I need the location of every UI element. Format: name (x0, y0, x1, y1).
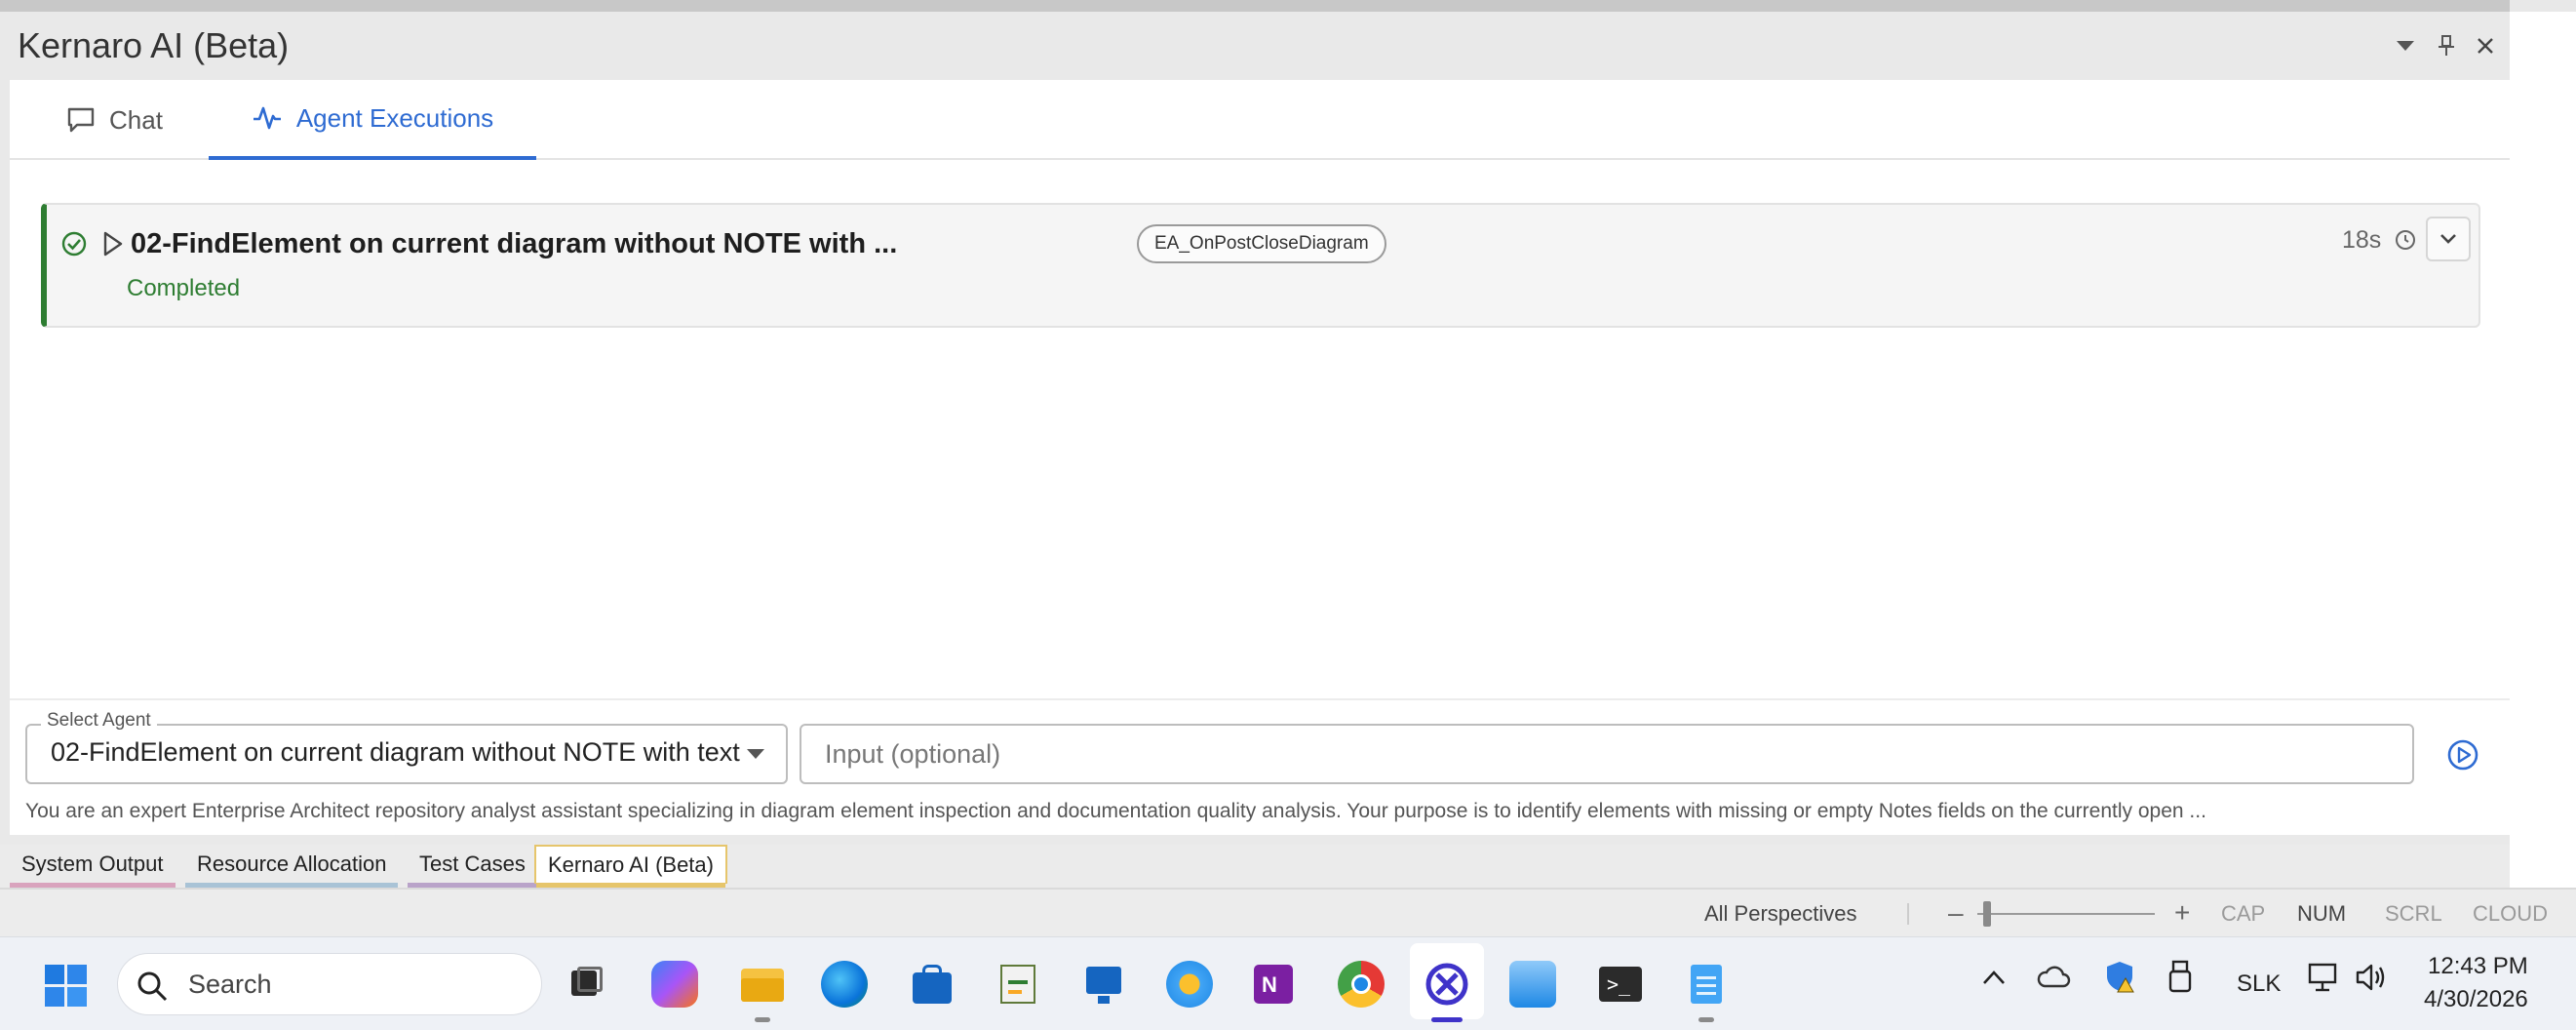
bottom-tab-label: System Output (21, 852, 164, 876)
keyboard-layout[interactable]: SLK (2237, 971, 2281, 998)
taskbar: Search N >_ SLK 12:43 PM 4/30/2026 (0, 936, 2576, 1030)
tab-chat[interactable]: Chat (66, 80, 163, 160)
close-button[interactable] (2469, 29, 2502, 62)
execution-trigger-tag: EA_OnPostCloseDiagram (1137, 224, 1386, 263)
agent-select-label: Select Agent (41, 710, 157, 732)
bottom-tab-resource-allocation[interactable]: Resource Allocation (185, 845, 399, 888)
execution-status: Completed (127, 275, 241, 301)
chat-bubble-icon (67, 107, 95, 133)
execution-duration-value: 18s (2342, 226, 2382, 254)
remote-desktop-icon[interactable] (1080, 961, 1127, 1008)
bottom-tab-label: Test Cases (419, 852, 526, 876)
tab-chat-label: Chat (109, 104, 163, 135)
zoom-in-button[interactable]: + (2174, 897, 2190, 929)
agent-select-value: 02-FindElement on current diagram withou… (51, 737, 740, 767)
bottom-tab-label: Resource Allocation (197, 852, 387, 876)
cap-indicator: CAP (2221, 901, 2266, 926)
edge-icon[interactable] (821, 961, 868, 1008)
running-indicator (755, 1017, 770, 1022)
execution-duration: 18s (2342, 226, 2417, 255)
bottom-tab-test-cases[interactable]: Test Cases (408, 845, 537, 888)
clock-date[interactable]: 4/30/2026 (2424, 986, 2528, 1013)
store-icon[interactable] (909, 961, 956, 1008)
execution-title: 02-FindElement on current diagram withou… (131, 228, 898, 259)
taskbar-search[interactable]: Search (117, 953, 542, 1015)
search-icon (137, 971, 168, 1002)
status-bar: All Perspectives – + CAP NUM SCRL CLOUD (0, 888, 2576, 936)
running-indicator (1698, 1017, 1714, 1022)
windows-start-icon[interactable] (45, 965, 88, 1008)
usb-device-icon[interactable] (2166, 959, 2194, 996)
tab-bar: Chat Agent Executions (10, 80, 2510, 160)
top-strip (0, 0, 2576, 12)
perspective-label[interactable]: All Perspectives (1704, 901, 1857, 927)
activity-pulse-icon (253, 106, 281, 130)
divider (1907, 903, 1909, 925)
success-check-icon (61, 231, 87, 257)
pin-button[interactable] (2430, 29, 2463, 62)
clock-icon (2396, 230, 2416, 250)
settings-app-icon[interactable] (1166, 961, 1213, 1008)
kernaro-app-icon[interactable] (1424, 961, 1470, 1008)
input-bar: Select Agent 02-FindElement on current d… (10, 698, 2510, 835)
play-circle-icon (2447, 739, 2478, 771)
agent-select[interactable]: Select Agent 02-FindElement on current d… (25, 710, 788, 784)
caret-down-icon (2397, 41, 2414, 51)
scrl-indicator: SCRL (2385, 901, 2442, 926)
copilot-icon[interactable] (651, 961, 698, 1008)
close-icon (2478, 38, 2493, 54)
run-button[interactable] (2443, 735, 2482, 774)
tab-agent-executions[interactable]: Agent Executions (209, 80, 536, 160)
file-explorer-icon[interactable] (739, 961, 786, 1008)
tab-agent-executions-label: Agent Executions (295, 102, 494, 133)
bottom-tab-bar: System Output Resource Allocation Test C… (0, 845, 2510, 888)
panel-content: Chat Agent Executions 02-FindElement on … (10, 80, 2510, 698)
bottom-tab-label: Kernaro AI (Beta) (548, 852, 714, 877)
chevron-up-icon[interactable] (1981, 969, 2007, 986)
zoom-out-button[interactable]: – (1948, 897, 1964, 929)
prompt-input[interactable] (800, 724, 2414, 784)
terminal-icon[interactable]: >_ (1597, 961, 1644, 1008)
notepad-icon[interactable] (1683, 961, 1730, 1008)
chevron-down-icon (2440, 234, 2456, 244)
bottom-tab-system-output[interactable]: System Output (10, 845, 176, 888)
chrome-icon[interactable] (1338, 961, 1385, 1008)
expand-triangle-icon[interactable] (101, 230, 125, 258)
system-prompt-preview: You are an expert Enterprise Architect r… (25, 800, 2206, 822)
network-icon[interactable] (2307, 961, 2340, 994)
photos-icon[interactable] (1509, 961, 1556, 1008)
security-warning-icon[interactable] (2104, 959, 2137, 994)
cloud-indicator: CLOUD (2473, 901, 2549, 926)
window-frame-bar (0, 0, 2510, 12)
onedrive-cloud-icon[interactable] (2036, 963, 2071, 992)
panel-dropdown-button[interactable] (2389, 29, 2422, 62)
panel-title: Kernaro AI (Beta) (18, 25, 290, 65)
num-indicator: NUM (2297, 901, 2347, 926)
pin-icon (2439, 35, 2454, 56)
project-icon[interactable] (995, 961, 1041, 1008)
kernaro-panel: Kernaro AI (Beta) Chat Agent Executions … (0, 12, 2510, 846)
volume-icon[interactable] (2354, 961, 2389, 994)
execution-expand-button[interactable] (2426, 217, 2471, 261)
active-indicator (1431, 1017, 1463, 1022)
onenote-icon[interactable]: N (1250, 961, 1297, 1008)
zoom-slider-thumb[interactable] (1983, 901, 1991, 927)
execution-card[interactable]: 02-FindElement on current diagram withou… (41, 203, 2480, 328)
task-view-icon[interactable] (564, 961, 610, 1008)
caret-down-icon (747, 749, 764, 759)
bottom-tab-kernaro-ai[interactable]: Kernaro AI (Beta) (534, 845, 727, 888)
zoom-slider-track[interactable] (1977, 913, 2155, 915)
clock-time[interactable]: 12:43 PM (2428, 953, 2528, 980)
search-label: Search (188, 970, 272, 999)
